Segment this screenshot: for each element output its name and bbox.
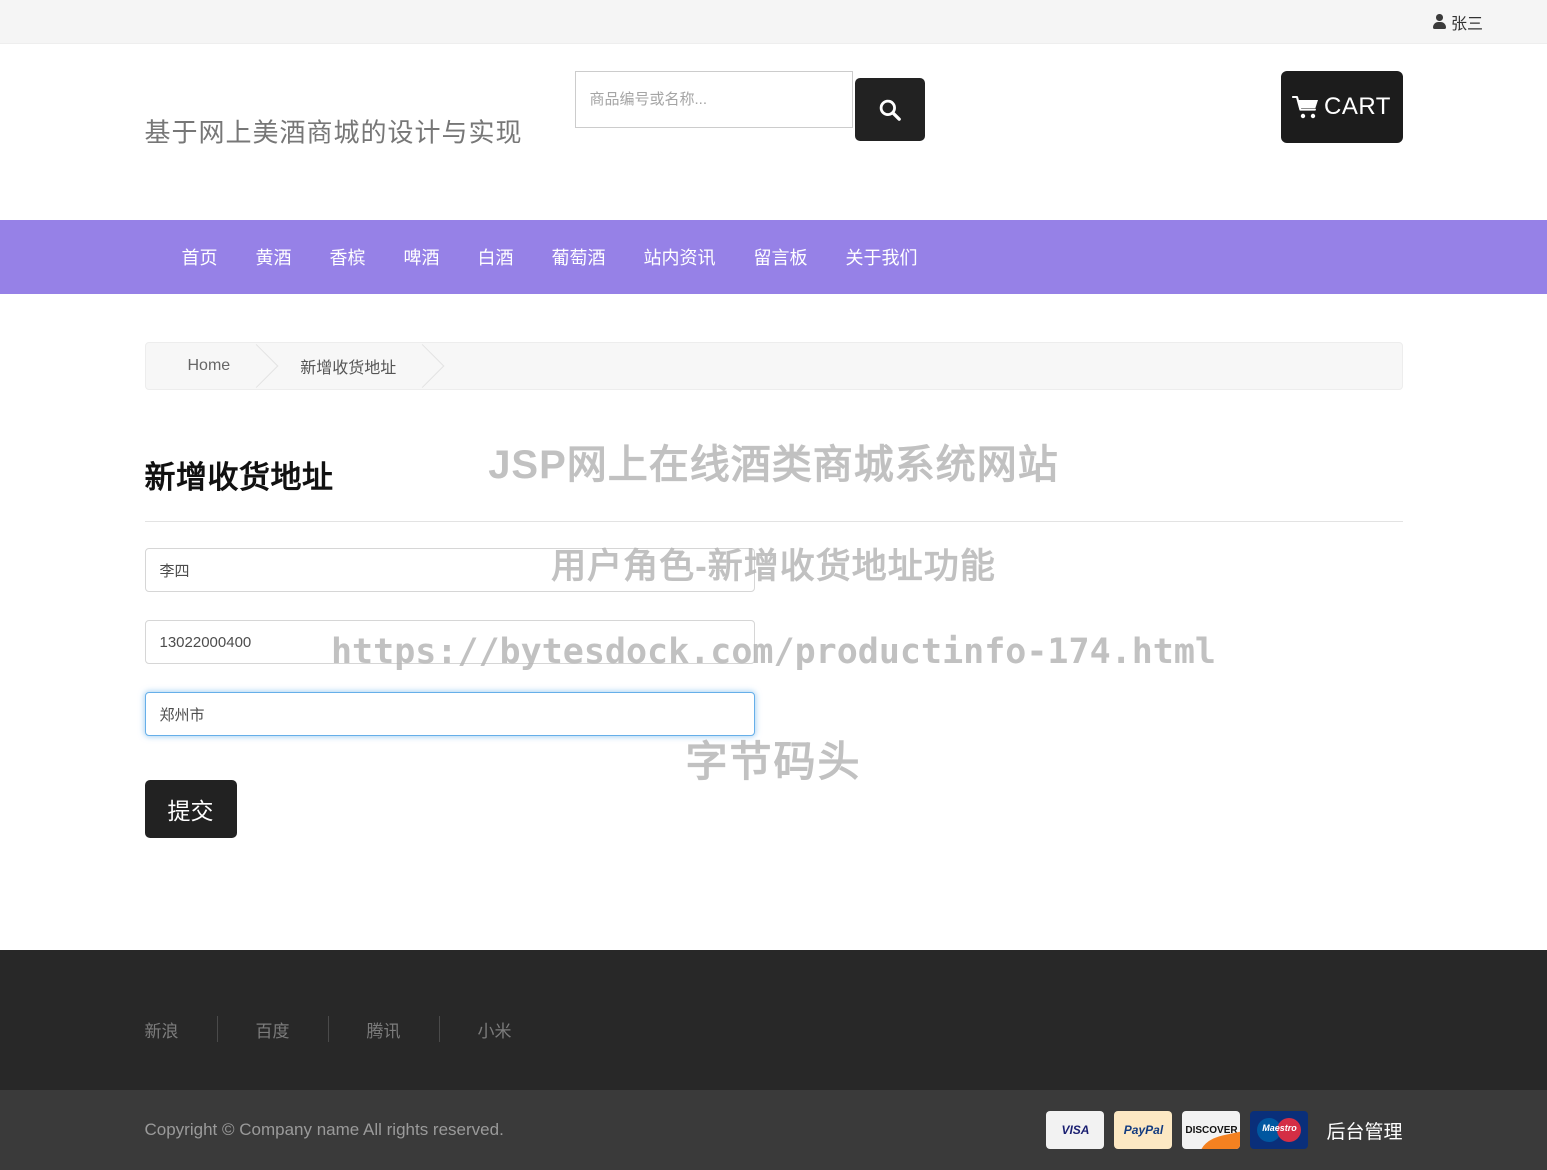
nav-item-champagne[interactable]: 香槟 [311, 244, 385, 270]
page-title: 新增收货地址 [145, 452, 1403, 497]
breadcrumb-item-current[interactable]: 新增收货地址 [258, 343, 424, 389]
user-account-link[interactable]: 张三 [1433, 10, 1483, 34]
address-input[interactable] [145, 692, 755, 736]
search-form [575, 71, 925, 141]
footer-links-inner: 新浪 百度 腾讯 小米 [145, 950, 1403, 1090]
maestro-label: Maestro [1250, 1123, 1308, 1133]
site-header: 基于网上美酒商城的设计与实现 CART [0, 44, 1547, 220]
nav-inner: 首页 黄酒 香槟 啤酒 白酒 葡萄酒 站内资讯 留言板 关于我们 [145, 244, 1403, 270]
admin-panel-link[interactable]: 后台管理 [1326, 1117, 1402, 1144]
search-icon [877, 97, 903, 123]
main-content: Home 新增收货地址 新增收货地址 提交 [145, 294, 1403, 920]
site-footer: 新浪 百度 腾讯 小米 Copyright © Company name All… [0, 950, 1547, 1170]
header-inner: 基于网上美酒商城的设计与实现 CART [145, 44, 1403, 220]
main-navigation: 首页 黄酒 香槟 啤酒 白酒 葡萄酒 站内资讯 留言板 关于我们 [0, 220, 1547, 294]
visa-card-icon: VISA [1046, 1111, 1104, 1149]
discover-card-icon: DISCOVER [1182, 1111, 1240, 1149]
footer-link-xiaomi[interactable]: 小米 [440, 1017, 550, 1042]
nav-item-home[interactable]: 首页 [163, 244, 237, 270]
nav-item-beer[interactable]: 啤酒 [385, 244, 459, 270]
footer-copyright-inner: Copyright © Company name All rights rese… [145, 1090, 1403, 1170]
nav-item-news[interactable]: 站内资讯 [625, 244, 735, 270]
address-form: 提交 [145, 548, 1403, 838]
breadcrumb-item-home[interactable]: Home [146, 343, 259, 389]
paypal-card-icon: PayPal [1114, 1111, 1172, 1149]
footer-link-tencent[interactable]: 腾讯 [329, 1017, 439, 1042]
phone-input[interactable] [145, 620, 755, 664]
title-divider [145, 521, 1403, 522]
cart-label: CART [1324, 93, 1391, 121]
site-brand-title: 基于网上美酒商城的设计与实现 [145, 113, 523, 150]
nav-item-baijiu[interactable]: 白酒 [459, 244, 533, 270]
nav-item-about[interactable]: 关于我们 [827, 244, 937, 270]
username-label: 张三 [1451, 10, 1483, 34]
payment-methods: VISA PayPal DISCOVER Maestro 后台管理 [1046, 1111, 1402, 1149]
nav-item-wine[interactable]: 葡萄酒 [533, 244, 625, 270]
footer-links-bar: 新浪 百度 腾讯 小米 [0, 950, 1547, 1090]
copyright-text: Copyright © Company name All rights rese… [145, 1120, 504, 1140]
footer-link-baidu[interactable]: 百度 [218, 1017, 328, 1042]
top-utility-bar: 张三 [0, 0, 1547, 44]
breadcrumb-current-label: 新增收货地址 [300, 354, 396, 378]
nav-item-huangjiu[interactable]: 黄酒 [237, 244, 311, 270]
footer-link-sina[interactable]: 新浪 [145, 1017, 217, 1042]
footer-copyright-bar: Copyright © Company name All rights rese… [0, 1090, 1547, 1170]
breadcrumb: Home 新增收货地址 [145, 342, 1403, 390]
page-root: 张三 基于网上美酒商城的设计与实现 [0, 0, 1547, 1170]
nav-item-guestbook[interactable]: 留言板 [735, 244, 827, 270]
search-input[interactable] [575, 71, 853, 128]
cart-button[interactable]: CART [1281, 71, 1403, 143]
shopping-cart-icon [1292, 94, 1322, 120]
search-button[interactable] [855, 78, 925, 141]
submit-button[interactable]: 提交 [145, 780, 237, 838]
receiver-name-input[interactable] [145, 548, 755, 592]
person-icon [1433, 14, 1446, 29]
breadcrumb-home-label: Home [188, 357, 231, 375]
maestro-card-icon: Maestro [1250, 1111, 1308, 1149]
